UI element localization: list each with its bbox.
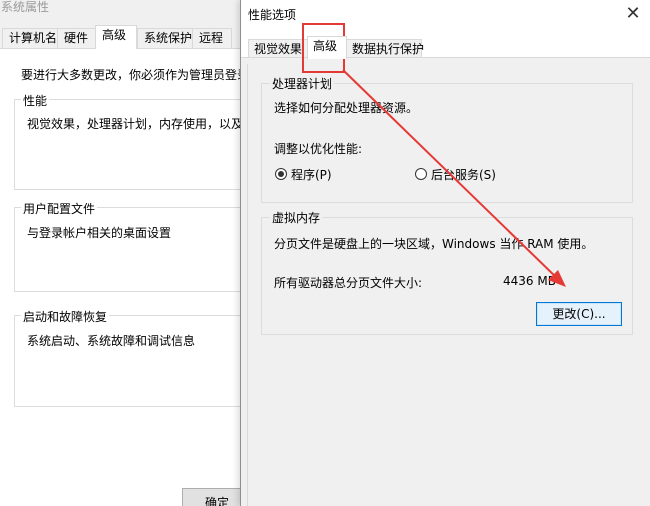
group-description: 系统启动、系统故障和调试信息 <box>27 334 196 348</box>
group-title: 性能 <box>21 92 50 109</box>
tab-data-execution-prevention[interactable]: 数据执行保护 <box>346 39 424 59</box>
tab-advanced[interactable]: 高级 <box>95 25 137 49</box>
tab-visual-effects[interactable]: 视觉效果 <box>248 39 308 59</box>
group-title: 虚拟内存 <box>270 209 323 226</box>
close-icon[interactable]: ✕ <box>618 1 648 27</box>
tab-remote[interactable]: 远程 <box>192 28 232 48</box>
processor-scheduling-group: 处理器计划 选择如何分配处理器资源。 调整以优化性能: 程序(P) 后台服务(S… <box>261 75 633 203</box>
user-profiles-group: 用户配置文件 与登录帐户相关的桌面设置 <box>14 200 254 292</box>
advanced-tab-panel: 处理器计划 选择如何分配处理器资源。 调整以优化性能: 程序(P) 后台服务(S… <box>241 57 650 506</box>
total-paging-file-label: 所有驱动器总分页文件大小: <box>274 276 423 290</box>
group-description: 视觉效果，处理器计划，内存使用，以及虚 <box>27 117 256 131</box>
group-title: 启动和故障恢复 <box>21 308 110 325</box>
panel-body: 处理器计划 选择如何分配处理器资源。 调整以优化性能: 程序(P) 后台服务(S… <box>247 64 645 506</box>
tab-computer-name[interactable]: 计算机名 <box>2 28 58 48</box>
programs-radio[interactable] <box>275 168 287 180</box>
tab-hardware[interactable]: 硬件 <box>57 28 96 48</box>
tab-system-protection[interactable]: 系统保护 <box>137 28 193 48</box>
window-title: 系统属性 <box>1 0 50 14</box>
group-description: 选择如何分配处理器资源。 <box>274 101 419 115</box>
group-title: 处理器计划 <box>270 75 335 92</box>
performance-group: 性能 视觉效果，处理器计划，内存使用，以及虚 <box>14 92 256 190</box>
group-description: 与登录帐户相关的桌面设置 <box>27 226 172 240</box>
performance-options-dialog: 性能选项 ✕ 视觉效果 高级 数据执行保护 处理器计划 选择如何分配处理器资源。… <box>240 0 650 506</box>
background-services-radio[interactable] <box>415 168 427 180</box>
tab-bar: 计算机名 硬件 高级 系统保护 远程 <box>0 22 252 49</box>
programs-radio-label[interactable]: 程序(P) <box>291 166 332 183</box>
group-description: 分页文件是硬盘上的一块区域，Windows 当作 RAM 使用。 <box>274 237 594 251</box>
total-paging-file-value: 4436 MB <box>503 274 556 288</box>
adjust-label: 调整以优化性能: <box>274 142 363 156</box>
tab-advanced[interactable]: 高级 <box>307 36 347 59</box>
startup-recovery-group: 启动和故障恢复 系统启动、系统故障和调试信息 <box>14 308 254 407</box>
admin-note: 要进行大多数更改，你必须作为管理员登录 <box>21 68 250 82</box>
group-title: 用户配置文件 <box>21 200 98 217</box>
dialog-title: 性能选项 <box>248 8 297 22</box>
change-button[interactable]: 更改(C)... <box>536 302 622 326</box>
background-services-radio-label[interactable]: 后台服务(S) <box>431 166 496 183</box>
system-properties-window: 系统属性 计算机名 硬件 高级 系统保护 远程 要进行大多数更改，你必须作为管理… <box>0 0 256 506</box>
